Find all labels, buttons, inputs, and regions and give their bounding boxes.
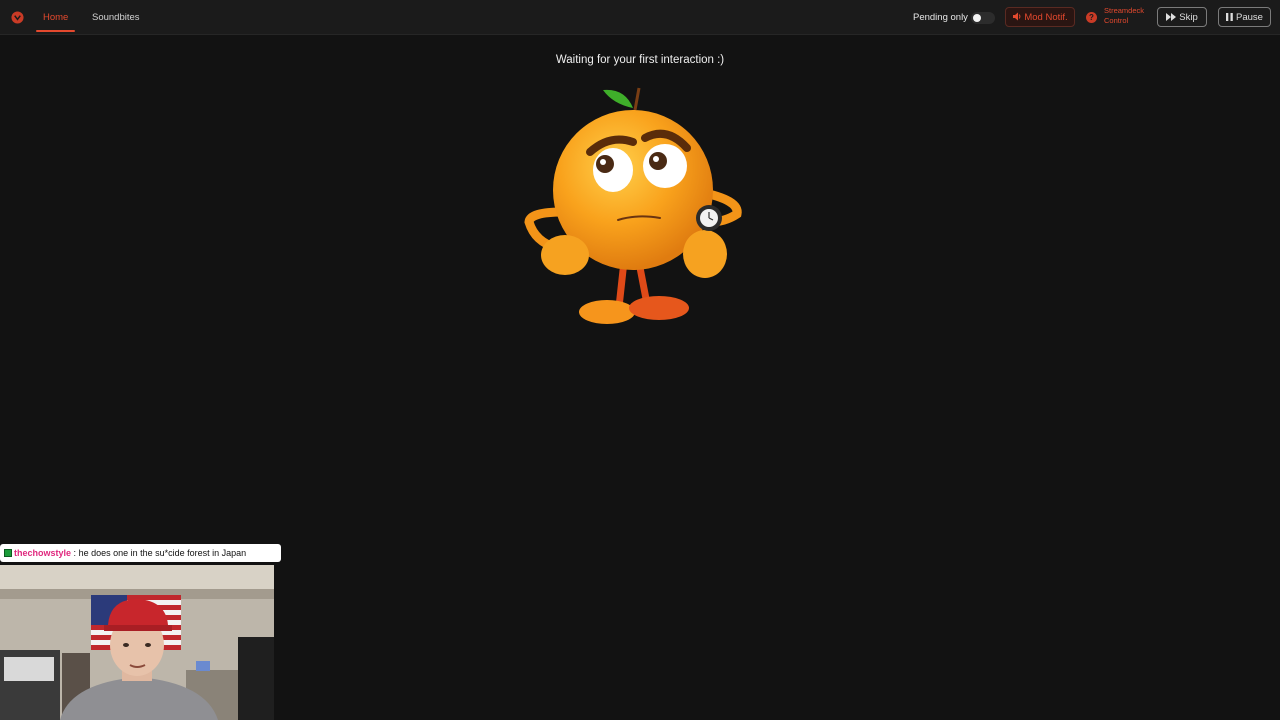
- pause-button[interactable]: Pause: [1218, 7, 1271, 27]
- speaker-icon: [1013, 12, 1021, 21]
- toggle-knob: [973, 14, 981, 22]
- fast-forward-icon: [1166, 12, 1177, 21]
- chat-message: thechowstyle : he does one in the su*cid…: [0, 544, 281, 562]
- streamdeck-label-line2: Control: [1104, 16, 1129, 25]
- app-logo-icon[interactable]: [11, 11, 24, 24]
- tab-home[interactable]: Home: [35, 0, 76, 34]
- waiting-status-text: Waiting for your first interaction :): [555, 54, 725, 66]
- moderator-badge-icon: [4, 549, 12, 557]
- top-navigation-bar: Home Soundbites Pending only Mod Notif. …: [0, 0, 1280, 35]
- pending-only-toggle[interactable]: [971, 12, 995, 24]
- skip-label: Skip: [1179, 12, 1198, 23]
- skip-button[interactable]: Skip: [1157, 7, 1207, 27]
- webcam-overlay: [0, 565, 274, 720]
- mod-notif-label: Mod Notif.: [1024, 12, 1068, 23]
- chat-message-text: he does one in the su*cide forest in Jap…: [78, 548, 247, 558]
- pending-only-label: Pending only: [913, 12, 968, 23]
- orange-mascot-icon: [524, 87, 742, 324]
- streamdeck-label-line1: Streamdeck: [1104, 6, 1145, 15]
- pause-label: Pause: [1236, 12, 1263, 23]
- chat-separator: :: [73, 548, 77, 558]
- streamdeck-icon: ?: [1086, 12, 1097, 23]
- mod-notif-button[interactable]: Mod Notif.: [1005, 7, 1075, 27]
- tab-soundbites[interactable]: Soundbites: [92, 0, 140, 34]
- chat-username: thechowstyle: [14, 548, 72, 558]
- pause-icon: [1226, 12, 1233, 21]
- streamdeck-label: Streamdeck Control: [1104, 6, 1154, 26]
